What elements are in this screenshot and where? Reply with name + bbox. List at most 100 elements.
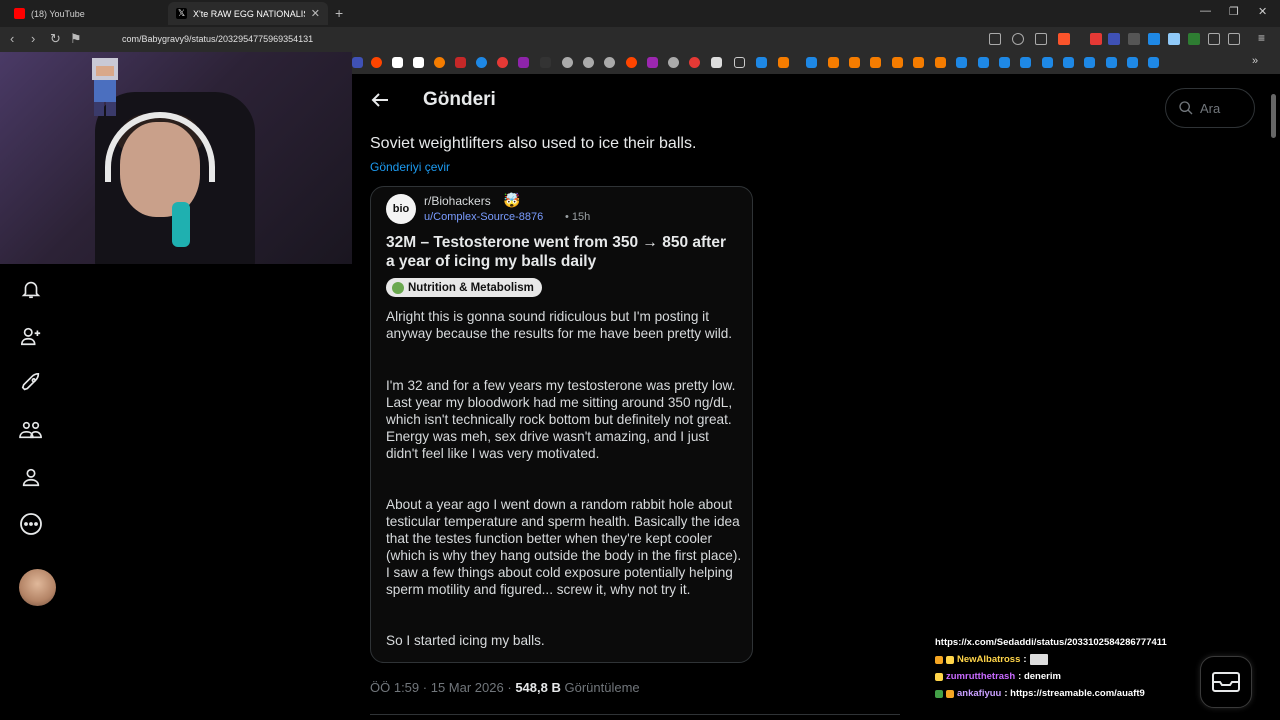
- divider: [370, 714, 900, 715]
- premium-button[interactable]: [14, 366, 48, 400]
- messages-button[interactable]: [1200, 656, 1252, 708]
- bookmark-icon[interactable]: [849, 57, 860, 68]
- badge-icon: [935, 689, 943, 698]
- bell-icon: [21, 281, 41, 299]
- minecraft-figure-icon: [92, 58, 118, 116]
- steam-icon[interactable]: [956, 57, 967, 68]
- menu-icon[interactable]: ≡: [1258, 32, 1270, 45]
- bookmark-icon[interactable]: [647, 57, 658, 68]
- tab-title: X'te RAW EGG NATIONALIST: "S: [193, 8, 305, 19]
- extension-icon[interactable]: [1090, 33, 1102, 45]
- communities-button[interactable]: [14, 413, 48, 447]
- post-time: • 15h: [565, 211, 591, 223]
- bookmark-icon[interactable]: [870, 57, 881, 68]
- screen-icon[interactable]: [989, 33, 1001, 45]
- url-field[interactable]: com/Babygravy9/status/203295477596935413…: [122, 34, 313, 44]
- steam-icon[interactable]: [999, 57, 1010, 68]
- scrollbar[interactable]: [1271, 94, 1276, 138]
- steam-icon[interactable]: [1106, 57, 1117, 68]
- puzzle-icon[interactable]: [1208, 33, 1220, 45]
- bookmark-icon[interactable]: [913, 57, 924, 68]
- reddit-screenshot-card[interactable]: bio r/Biohackers 🤯 u/Complex-Source-8876…: [370, 186, 753, 663]
- tab-x[interactable]: 𝕏 X'te RAW EGG NATIONALIST: "S ✕: [168, 2, 328, 25]
- follow-button[interactable]: [14, 319, 48, 353]
- bookmark-icon[interactable]: [583, 57, 594, 68]
- notifications-button[interactable]: [14, 272, 48, 306]
- bookmarks-bar: »: [352, 52, 1280, 74]
- bookmark-icon[interactable]: [413, 57, 424, 68]
- reload-icon[interactable]: ↻: [50, 31, 61, 47]
- brave-icon[interactable]: [1058, 33, 1070, 45]
- chat-text: https://x.com/Sedaddi/status/20331025842…: [935, 637, 1167, 648]
- more-button[interactable]: [14, 507, 48, 541]
- extension-icon[interactable]: [1168, 33, 1180, 45]
- steam-icon[interactable]: [1063, 57, 1074, 68]
- search-box[interactable]: Ara: [1165, 88, 1255, 128]
- bookmark-icon[interactable]: [562, 57, 573, 68]
- bookmark-icon[interactable]: [778, 57, 789, 68]
- bookmark-icon[interactable]: [711, 57, 722, 68]
- bookmark-icon[interactable]: [892, 57, 903, 68]
- bookmark-icon[interactable]: [828, 57, 839, 68]
- steam-icon[interactable]: [1084, 57, 1095, 68]
- steam-icon[interactable]: [756, 57, 767, 68]
- steam-icon[interactable]: [806, 57, 817, 68]
- forward-icon[interactable]: ›: [31, 31, 35, 46]
- folder-icon[interactable]: [734, 57, 745, 68]
- sidebar-icon[interactable]: [1228, 33, 1240, 45]
- bookmark-icon[interactable]: [434, 57, 445, 68]
- share-icon[interactable]: [1035, 33, 1047, 45]
- steam-icon[interactable]: [1148, 57, 1159, 68]
- bookmark-icon[interactable]: ⚑: [70, 31, 82, 47]
- bookmark-icon[interactable]: [497, 57, 508, 68]
- bookmark-icon[interactable]: [668, 57, 679, 68]
- separator: ·: [507, 680, 512, 695]
- emote-icon: [1029, 654, 1048, 665]
- steam-icon[interactable]: [1042, 57, 1053, 68]
- restore-icon[interactable]: ❐: [1229, 5, 1239, 18]
- bookmark-icon[interactable]: [604, 57, 615, 68]
- bookmark-icon[interactable]: [455, 57, 466, 68]
- zoom-icon[interactable]: [1012, 33, 1024, 45]
- person-icon: [22, 468, 40, 487]
- chat-username: ankafiyuu: [957, 688, 1002, 699]
- post-date[interactable]: 15 Mar 2026: [431, 680, 504, 695]
- steam-icon[interactable]: [1127, 57, 1138, 68]
- more-bookmarks-icon[interactable]: »: [1252, 55, 1258, 67]
- main-column: Gönderi Soviet weightlifters also used t…: [352, 74, 900, 720]
- chat-message: NewAlbatross :: [935, 651, 1185, 668]
- bookmark-icon[interactable]: [935, 57, 946, 68]
- translate-link[interactable]: Gönderiyi çevir: [370, 160, 450, 174]
- chat-text: :: [1023, 654, 1027, 665]
- close-tab-icon[interactable]: ✕: [311, 7, 320, 20]
- steam-icon[interactable]: [978, 57, 989, 68]
- post-time[interactable]: ÖÖ 1:59: [370, 680, 419, 695]
- profile-button[interactable]: [14, 460, 48, 494]
- minimize-icon[interactable]: —: [1200, 5, 1211, 17]
- close-window-icon[interactable]: ✕: [1258, 5, 1267, 18]
- extension-icon[interactable]: [1128, 33, 1140, 45]
- more-circle-icon: [20, 513, 42, 535]
- new-tab-button[interactable]: +: [335, 5, 343, 21]
- reddit-icon[interactable]: [626, 57, 637, 68]
- extension-icon[interactable]: [1108, 33, 1120, 45]
- steam-icon[interactable]: [1020, 57, 1031, 68]
- post-text: Soviet weightlifters also used to ice th…: [370, 135, 697, 152]
- reddit-icon[interactable]: [371, 57, 382, 68]
- extension-icon[interactable]: [1188, 33, 1200, 45]
- post-header: Gönderi: [352, 74, 900, 126]
- extension-icon[interactable]: [1148, 33, 1160, 45]
- bookmark-icon[interactable]: [540, 57, 551, 68]
- award-icon: 🤯: [503, 192, 521, 208]
- badge-icon: [935, 655, 943, 664]
- back-icon[interactable]: ‹: [10, 31, 14, 46]
- back-arrow-icon[interactable]: [368, 88, 392, 112]
- account-avatar[interactable]: [19, 569, 56, 606]
- bookmark-icon[interactable]: [689, 57, 700, 68]
- tab-youtube[interactable]: (18) YouTube: [6, 2, 166, 25]
- bookmark-icon[interactable]: [476, 57, 487, 68]
- chat-message: ankafiyuu : https://streamable.com/auaft…: [935, 685, 1185, 702]
- bookmark-icon[interactable]: [392, 57, 403, 68]
- bookmark-icon[interactable]: [352, 57, 363, 68]
- bookmark-icon[interactable]: [518, 57, 529, 68]
